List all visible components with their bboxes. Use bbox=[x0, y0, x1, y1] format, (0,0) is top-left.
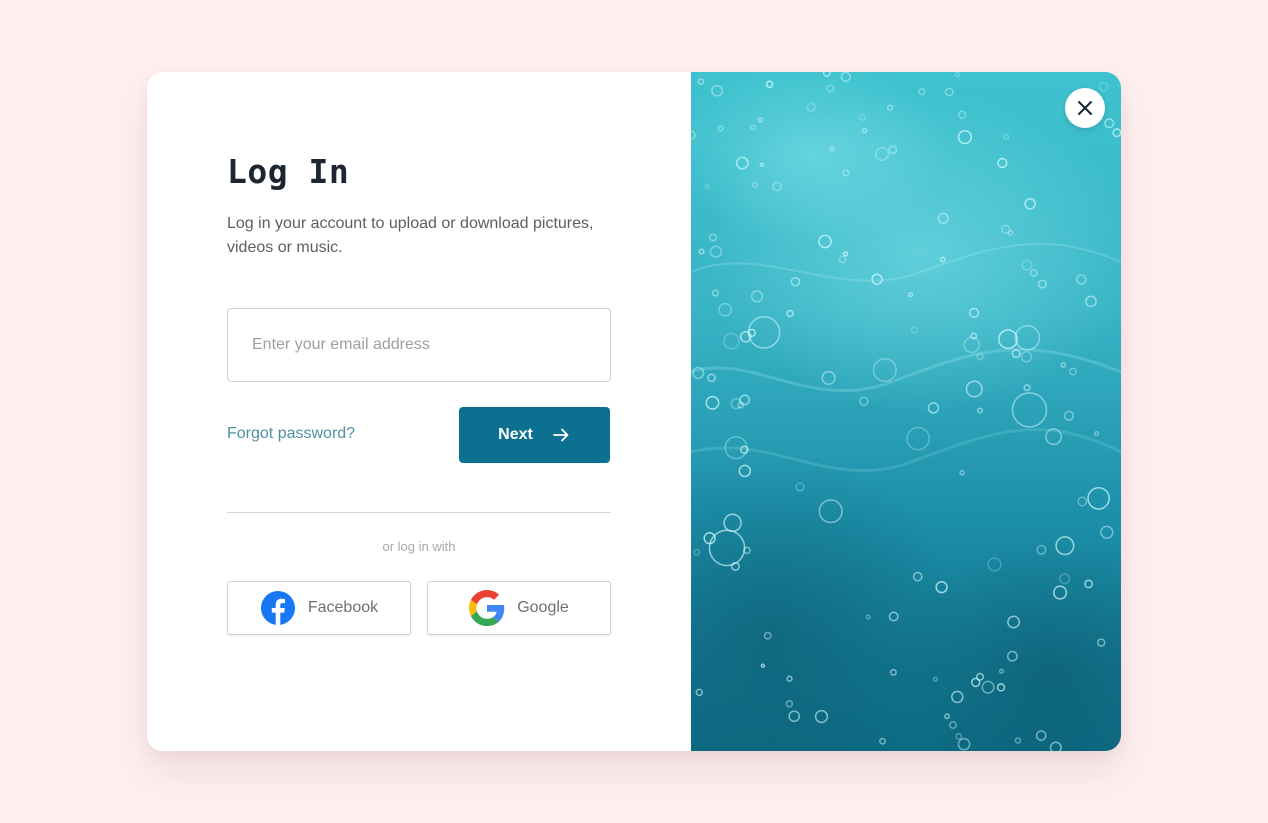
close-button[interactable] bbox=[1065, 88, 1105, 128]
login-form-panel: Log In Log in your account to upload or … bbox=[147, 72, 691, 751]
next-button[interactable]: Next bbox=[459, 407, 610, 463]
facebook-icon bbox=[260, 590, 296, 626]
next-button-label: Next bbox=[498, 426, 533, 443]
login-modal: Log In Log in your account to upload or … bbox=[147, 72, 1121, 751]
facebook-login-button[interactable]: Facebook bbox=[227, 581, 411, 635]
google-login-button[interactable]: Google bbox=[427, 581, 611, 635]
google-icon bbox=[469, 590, 505, 626]
email-field[interactable] bbox=[227, 308, 611, 382]
page-title: Log In bbox=[227, 152, 350, 191]
forgot-password-link[interactable]: Forgot password? bbox=[227, 425, 355, 443]
divider bbox=[227, 512, 611, 513]
water-image bbox=[691, 72, 1121, 751]
google-label: Google bbox=[517, 599, 569, 616]
alt-login-label: or log in with bbox=[382, 539, 456, 554]
arrow-right-icon bbox=[551, 425, 571, 445]
login-subtitle: Log in your account to upload or downloa… bbox=[227, 215, 594, 256]
close-icon bbox=[1076, 99, 1094, 117]
water-texture bbox=[691, 72, 1121, 751]
facebook-label: Facebook bbox=[307, 599, 379, 616]
